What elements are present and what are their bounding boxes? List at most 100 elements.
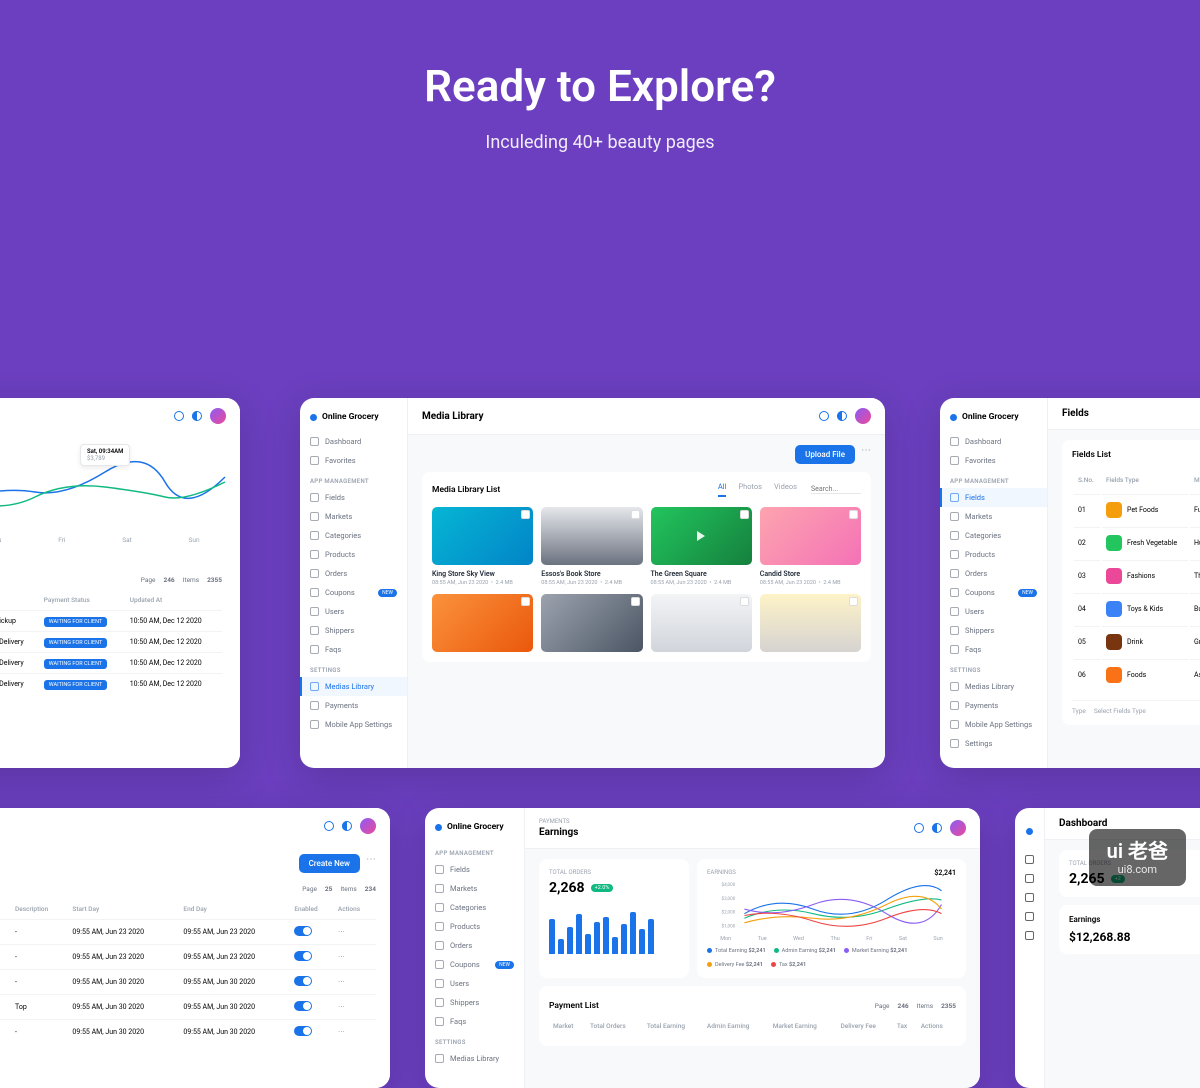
more-icon[interactable]: ⋯ bbox=[366, 854, 376, 873]
fields-icon[interactable] bbox=[1025, 893, 1034, 902]
nav-orders[interactable]: Orders bbox=[940, 564, 1047, 583]
checkbox-icon[interactable] bbox=[631, 510, 640, 519]
nav-faqs[interactable]: Faqs bbox=[940, 640, 1047, 659]
nav-favorites[interactable]: Favorites bbox=[940, 451, 1047, 470]
theme-icon[interactable] bbox=[837, 411, 847, 421]
checkbox-icon[interactable] bbox=[521, 597, 530, 606]
notif-icon[interactable] bbox=[914, 823, 924, 833]
table-row[interactable]: 01Pet FoodsFun Kr bbox=[1074, 494, 1200, 525]
nav-fields[interactable]: Fields bbox=[300, 488, 407, 507]
nav-dashboard[interactable]: Dashboard bbox=[300, 432, 407, 451]
nav-coupons[interactable]: CouponsNEW bbox=[425, 955, 524, 974]
checkbox-icon[interactable] bbox=[521, 510, 530, 519]
tab-videos[interactable]: Videos bbox=[774, 482, 797, 497]
nav-orders[interactable]: Orders bbox=[300, 564, 407, 583]
checkbox-icon[interactable] bbox=[740, 510, 749, 519]
nav-shippers[interactable]: Shippers bbox=[425, 993, 524, 1012]
table-row[interactable]: $12Top09:55 AM, Jun 30 202009:55 AM, Jun… bbox=[0, 995, 376, 1020]
nav-fields[interactable]: Fields bbox=[940, 488, 1047, 507]
table-row[interactable]: Cash on DeliveryWAITING FOR CLIENT10:50 … bbox=[0, 632, 222, 653]
media-item[interactable]: Candid Store08:55 AM, Jun 23 2020 • 2.4 … bbox=[760, 507, 861, 586]
theme-icon[interactable] bbox=[342, 821, 352, 831]
orders-icon[interactable] bbox=[1025, 931, 1034, 940]
theme-icon[interactable] bbox=[192, 411, 202, 421]
toggle[interactable] bbox=[294, 976, 312, 986]
toggle[interactable] bbox=[294, 926, 312, 936]
theme-icon[interactable] bbox=[932, 823, 942, 833]
media-item[interactable] bbox=[541, 594, 642, 652]
brand-logo[interactable]: Online Grocery bbox=[425, 818, 524, 842]
notif-icon[interactable] bbox=[819, 411, 829, 421]
nav-media[interactable]: Medias Library bbox=[300, 677, 407, 696]
nav-users[interactable]: Users bbox=[425, 974, 524, 993]
nav-shippers[interactable]: Shippers bbox=[300, 621, 407, 640]
avatar[interactable] bbox=[210, 408, 226, 424]
table-row[interactable]: 05DrinkGreen bbox=[1074, 626, 1200, 657]
nav-mobile[interactable]: Mobile App Settings bbox=[300, 715, 407, 734]
nav-shippers[interactable]: Shippers bbox=[940, 621, 1047, 640]
nav-faqs[interactable]: Faqs bbox=[425, 1012, 524, 1031]
media-item[interactable]: Essos's Book Store08:55 AM, Jun 23 2020 … bbox=[541, 507, 642, 586]
table-row[interactable]: Cash on DeliveryWAITING FOR CLIENT10:50 … bbox=[0, 653, 222, 674]
avatar[interactable] bbox=[360, 818, 376, 834]
toggle[interactable] bbox=[294, 1026, 312, 1036]
table-row[interactable]: 20%-09:55 AM, Jun 23 202009:55 AM, Jun 2… bbox=[0, 945, 376, 970]
avatar[interactable] bbox=[855, 408, 871, 424]
toggle[interactable] bbox=[294, 951, 312, 961]
nav-payments[interactable]: Payments bbox=[940, 696, 1047, 715]
table-row[interactable]: Cash on DeliveryWAITING FOR CLIENT10:50 … bbox=[0, 674, 222, 695]
more-icon[interactable]: ⋯ bbox=[861, 445, 871, 464]
upload-button[interactable]: Upload File bbox=[795, 445, 855, 464]
nav-products[interactable]: Products bbox=[425, 917, 524, 936]
nav-coupons[interactable]: CouponsNEW bbox=[940, 583, 1047, 602]
nav-media[interactable]: Medias Library bbox=[940, 677, 1047, 696]
checkbox-icon[interactable] bbox=[849, 597, 858, 606]
nav-products[interactable]: Products bbox=[940, 545, 1047, 564]
nav-categories[interactable]: Categories bbox=[425, 898, 524, 917]
nav-mobile[interactable]: Mobile App Settings bbox=[940, 715, 1047, 734]
table-row[interactable]: 20%-09:55 AM, Jun 23 202009:55 AM, Jun 2… bbox=[0, 920, 376, 945]
nav-fields[interactable]: Fields bbox=[425, 860, 524, 879]
nav-payments[interactable]: Payments bbox=[300, 696, 407, 715]
table-row[interactable]: 03FashionsThe Co bbox=[1074, 560, 1200, 591]
tab-photos[interactable]: Photos bbox=[738, 482, 762, 497]
table-row[interactable]: 10%-09:55 AM, Jun 30 202009:55 AM, Jun 3… bbox=[0, 1020, 376, 1045]
search-input[interactable] bbox=[811, 485, 861, 494]
toggle[interactable] bbox=[294, 1001, 312, 1011]
nav-dashboard[interactable]: Dashboard bbox=[940, 432, 1047, 451]
nav-orders[interactable]: Orders bbox=[425, 936, 524, 955]
notif-icon[interactable] bbox=[324, 821, 334, 831]
nav-markets[interactable]: Markets bbox=[940, 507, 1047, 526]
media-item[interactable]: The Green Square08:55 AM, Jun 23 2020 • … bbox=[651, 507, 752, 586]
table-row[interactable]: 06FoodsAsia Fo bbox=[1074, 659, 1200, 690]
table-row[interactable]: 50%-09:55 AM, Jun 30 202009:55 AM, Jun 3… bbox=[0, 970, 376, 995]
heart-icon[interactable] bbox=[1025, 874, 1034, 883]
nav-media[interactable]: Medias Library bbox=[425, 1049, 524, 1068]
nav-markets[interactable]: Markets bbox=[300, 507, 407, 526]
nav-faqs[interactable]: Faqs bbox=[300, 640, 407, 659]
nav-users[interactable]: Users bbox=[300, 602, 407, 621]
table-row[interactable]: 02Fresh VegetableHundre bbox=[1074, 527, 1200, 558]
table-row[interactable]: Pay on PickupWAITING FOR CLIENT10:50 AM,… bbox=[0, 611, 222, 632]
nav-favorites[interactable]: Favorites bbox=[300, 451, 407, 470]
avatar[interactable] bbox=[950, 820, 966, 836]
markets-icon[interactable] bbox=[1025, 912, 1034, 921]
dashboard-icon[interactable] bbox=[1025, 855, 1034, 864]
checkbox-icon[interactable] bbox=[740, 597, 749, 606]
media-item[interactable]: King Store Sky View08:55 AM, Jun 23 2020… bbox=[432, 507, 533, 586]
nav-categories[interactable]: Categories bbox=[300, 526, 407, 545]
nav-products[interactable]: Products bbox=[300, 545, 407, 564]
media-item[interactable] bbox=[432, 594, 533, 652]
notif-icon[interactable] bbox=[174, 411, 184, 421]
nav-users[interactable]: Users bbox=[940, 602, 1047, 621]
create-button[interactable]: Create New bbox=[299, 854, 360, 873]
media-item[interactable] bbox=[760, 594, 861, 652]
brand-logo[interactable]: Online Grocery bbox=[940, 408, 1047, 432]
tab-all[interactable]: All bbox=[718, 482, 727, 497]
media-item[interactable] bbox=[651, 594, 752, 652]
brand-logo[interactable]: Online Grocery bbox=[300, 408, 407, 432]
nav-settings[interactable]: Settings bbox=[940, 734, 1047, 753]
table-row[interactable]: 04Toys & KidsBubbut bbox=[1074, 593, 1200, 624]
nav-coupons[interactable]: CouponsNEW bbox=[300, 583, 407, 602]
nav-markets[interactable]: Markets bbox=[425, 879, 524, 898]
